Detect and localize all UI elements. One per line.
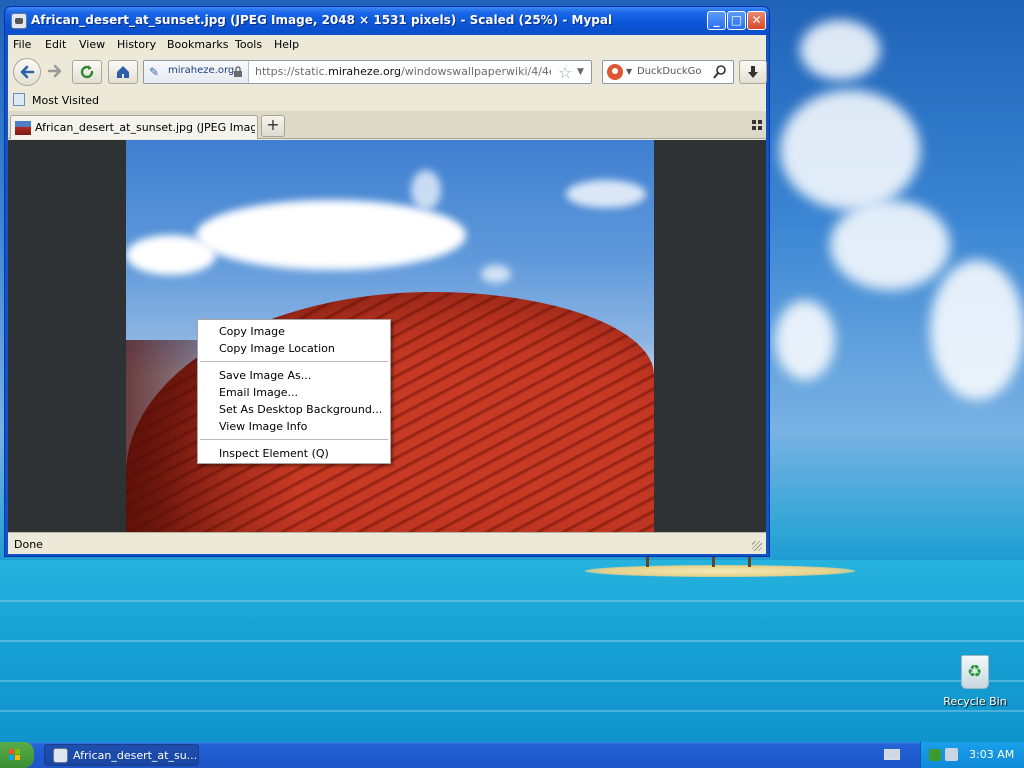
safely-remove-icon[interactable] [945,748,958,761]
desktop-cloud [930,260,1024,400]
title-bar[interactable]: African_desert_at_sunset.jpg (JPEG Image… [5,7,769,35]
ctx-save-image-as[interactable]: Save Image As... [219,369,311,382]
site-identity-button[interactable]: ✎ miraheze.org [144,61,249,83]
url-text[interactable]: https://static.miraheze.org/windowswallp… [255,65,551,78]
list-all-tabs-icon[interactable] [752,120,762,130]
browser-client: File Edit View History Bookmarks Tools H… [8,35,767,554]
maximize-button[interactable]: □ [727,11,746,30]
menu-help[interactable]: Help [274,38,299,51]
desktop-cloud [800,20,880,80]
bookmarks-toolbar: Most Visited [8,89,766,111]
keyboard-icon[interactable] [884,749,900,760]
browser-window: African_desert_at_sunset.jpg (JPEG Image… [4,6,770,557]
most-visited-icon [13,93,25,106]
recycle-bin-label: Recycle Bin [943,695,1007,708]
site-identity-label: miraheze.org [168,65,235,76]
url-path: /windowswallpaperwiki/4/4e/African_deser… [401,65,551,78]
downloads-button[interactable] [739,60,767,84]
palm-tree [646,557,649,567]
reload-button[interactable] [72,60,102,84]
home-icon [117,66,129,78]
start-button[interactable] [0,742,34,768]
menu-tools[interactable]: Tools [235,38,262,51]
menu-view[interactable]: View [79,38,105,51]
back-button[interactable] [13,58,41,86]
taskbar-app-label: African_desert_at_su... [73,749,198,762]
navigation-toolbar: ✎ miraheze.org https://static.miraheze.o… [8,55,767,89]
taskbar-app-button[interactable]: African_desert_at_su... [44,744,199,766]
desktop-cloud [780,90,920,210]
most-visited-label: Most Visited [32,94,99,107]
menu-file[interactable]: File [13,38,31,51]
reload-icon [80,65,94,79]
forward-button[interactable] [44,60,66,84]
ctx-separator [200,439,388,440]
ctx-email-image[interactable]: Email Image... [219,386,298,399]
close-button[interactable]: ✕ [747,11,766,30]
desktop-cloud [830,200,950,290]
image-cloud [411,170,441,210]
url-prefix: https://static. [255,65,329,78]
desktop-cloud [775,300,835,380]
ctx-copy-image[interactable]: Copy Image [219,325,285,338]
new-tab-button[interactable]: + [261,115,285,137]
menu-bookmarks[interactable]: Bookmarks [167,38,228,51]
search-engine-dropdown-icon[interactable]: ▼ [626,67,632,76]
download-arrow-icon [748,66,758,78]
minimize-button[interactable]: _ [707,11,726,30]
menu-bar: File Edit View History Bookmarks Tools H… [8,35,766,55]
clock[interactable]: 3:03 AM [969,748,1014,761]
ctx-set-desktop-background[interactable]: Set As Desktop Background... [219,403,382,416]
palm-tree [712,557,715,567]
ctx-view-image-info[interactable]: View Image Info [219,420,307,433]
image-cloud [481,265,511,283]
home-button[interactable] [108,60,138,84]
search-icon[interactable] [713,64,727,80]
network-icon[interactable] [929,749,941,761]
desktop-sea [0,560,1024,742]
back-arrow-icon [20,65,35,79]
site-favicon-icon: ✎ [149,65,160,79]
taskbar: African_desert_at_su... 3:03 AM [0,742,1024,768]
url-domain: miraheze.org [328,65,401,78]
tab-bar: African_desert_at_sunset.jpg (JPEG Image… [8,111,766,139]
tab-favicon-icon [15,121,31,135]
tab-label: African_desert_at_sunset.jpg (JPEG Image… [35,121,255,134]
lock-icon [234,66,242,77]
app-icon[interactable] [11,13,27,29]
search-bar[interactable]: ▼ DuckDuckGo [602,60,734,84]
menu-history[interactable]: History [117,38,156,51]
palm-tree [748,557,751,567]
url-bar[interactable]: ✎ miraheze.org https://static.miraheze.o… [143,60,592,84]
window-title: African_desert_at_sunset.jpg (JPEG Image… [31,13,613,27]
image-cloud [566,180,646,208]
ctx-separator [200,361,388,362]
system-tray: 3:03 AM [920,742,1024,768]
tab-active[interactable]: African_desert_at_sunset.jpg (JPEG Image… [10,115,258,139]
ctx-copy-image-location[interactable]: Copy Image Location [219,342,335,355]
bookmark-star-icon[interactable]: ☆ [558,63,572,82]
duckduckgo-icon[interactable] [607,64,623,80]
forward-arrow-icon [47,64,62,78]
windows-logo-icon [9,749,21,761]
recycle-bin-icon[interactable] [961,655,989,689]
menu-edit[interactable]: Edit [45,38,66,51]
resize-grip[interactable] [752,541,762,551]
url-history-dropdown-icon[interactable]: ▼ [577,67,584,77]
status-bar: Done [8,532,766,554]
recycle-bin[interactable]: Recycle Bin [940,655,1010,708]
taskbar-app-icon [53,748,68,763]
image-cloud [126,235,216,275]
desktop-island [585,565,855,577]
image-cloud [196,200,466,270]
search-input[interactable]: DuckDuckGo [637,66,702,77]
ctx-inspect-element[interactable]: Inspect Element (Q) [219,447,329,460]
context-menu: Copy Image Copy Image Location Save Imag… [197,319,391,464]
status-text: Done [14,538,43,551]
